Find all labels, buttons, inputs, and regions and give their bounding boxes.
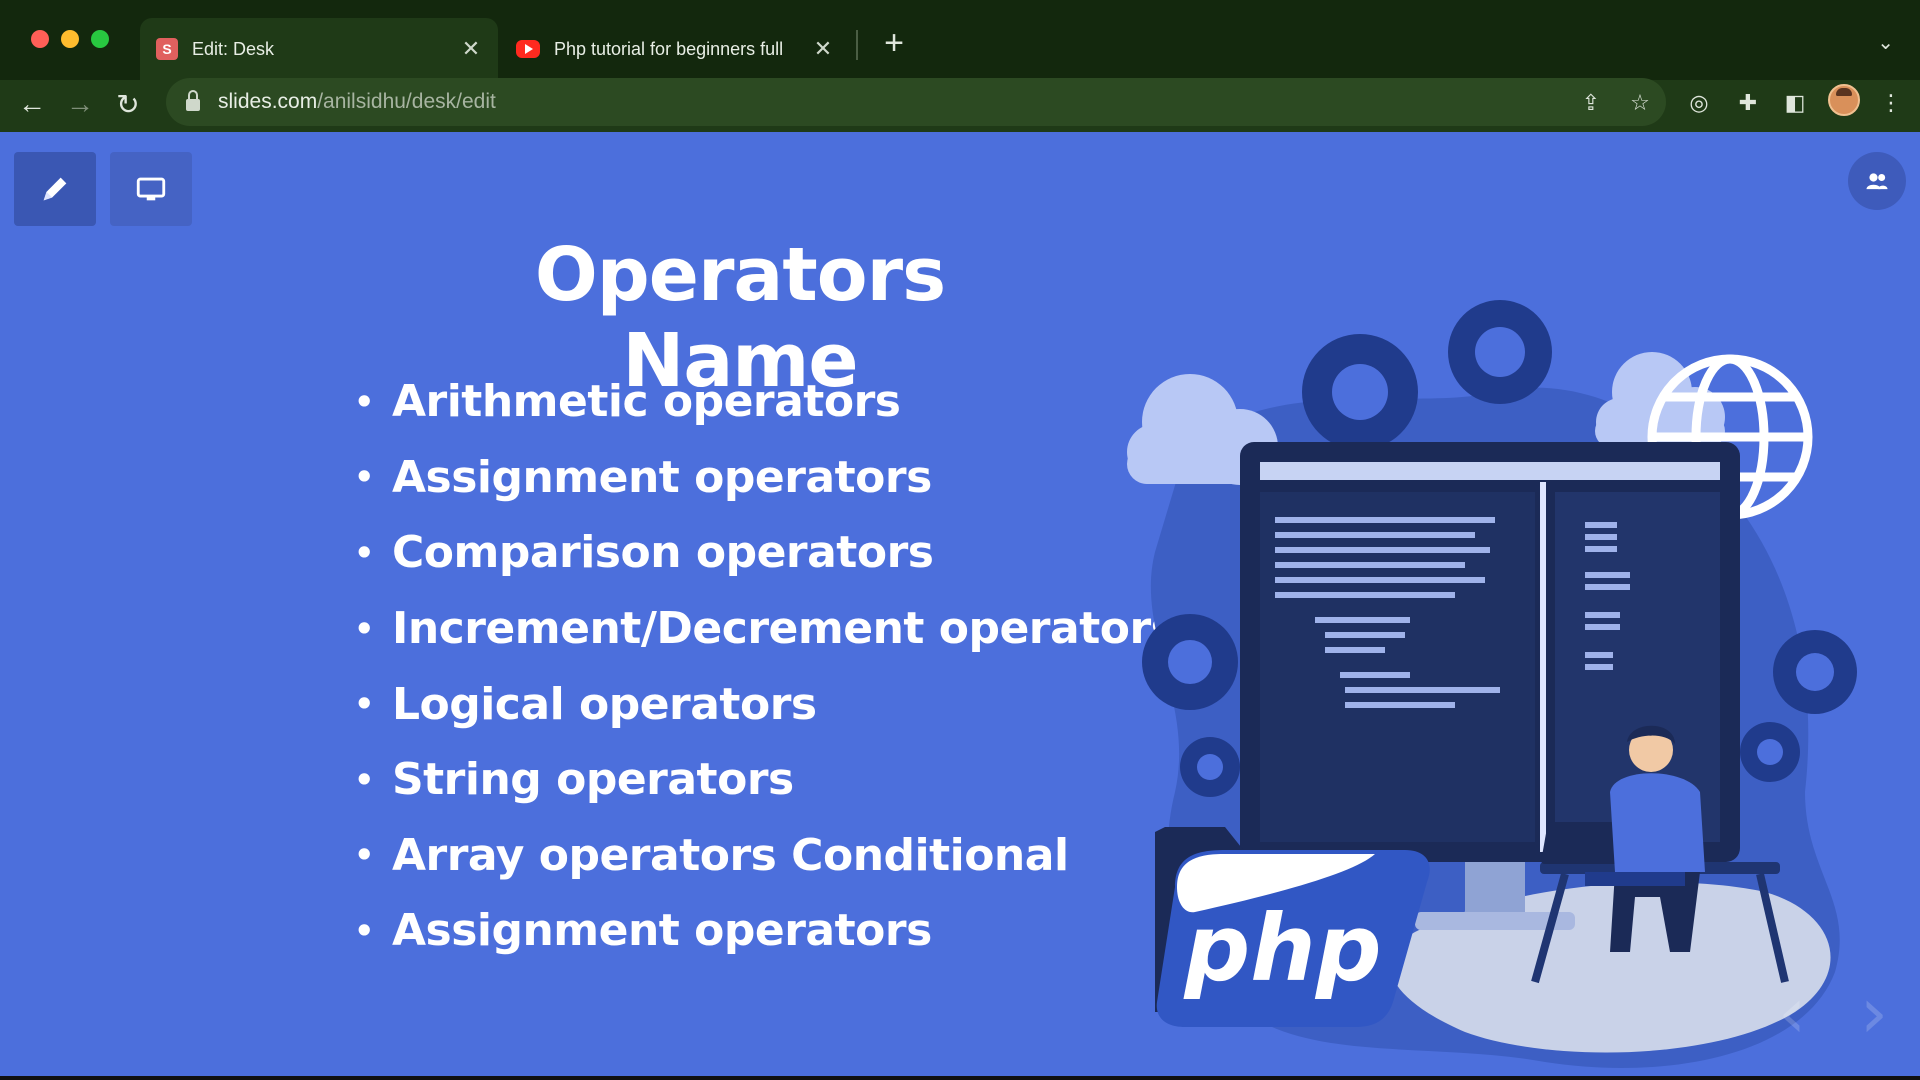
back-arrow-icon[interactable]: ←	[12, 84, 52, 124]
window-bottom-edge	[0, 1076, 1920, 1080]
list-item: Assignment operators	[354, 893, 1176, 969]
puzzle-icon[interactable]: ✚	[1733, 90, 1763, 116]
chair	[1585, 872, 1685, 886]
monitor-icon	[136, 177, 166, 201]
gear-icon	[1142, 614, 1238, 710]
php-logo-text: php	[1183, 895, 1381, 1002]
slide-canvas[interactable]: Operators Name Arithmetic operators Assi…	[0, 132, 1920, 1076]
people-icon	[1866, 173, 1888, 190]
slides-favicon-icon: S	[156, 38, 178, 60]
bullet-list[interactable]: Arithmetic operators Assignment operator…	[354, 364, 1177, 969]
star-icon[interactable]: ☆	[1625, 90, 1655, 116]
list-item: String operators	[354, 742, 1176, 818]
next-slide-chevron-icon[interactable]: ›	[1860, 972, 1888, 1054]
youtube-favicon-icon	[516, 40, 540, 58]
monitor-title-bar	[1260, 462, 1720, 480]
gear-icon	[1773, 630, 1857, 714]
gear-icon	[1448, 300, 1552, 404]
tab-search-chevron-down-icon[interactable]: ⌄	[1877, 30, 1894, 55]
list-item: Logical operators	[354, 666, 1176, 742]
tab-separator	[856, 30, 858, 60]
address-bar[interactable]: slides.com/anilsidhu/desk/edit	[166, 78, 1666, 126]
list-item: Assignment operators	[354, 440, 1176, 516]
forward-arrow-icon[interactable]: →	[60, 84, 100, 124]
list-item: Array operators Conditional	[354, 818, 1176, 894]
person-body	[1610, 773, 1705, 872]
profile-avatar[interactable]	[1828, 84, 1860, 116]
close-window-button[interactable]	[31, 30, 49, 48]
panel-divider	[1540, 482, 1546, 852]
php-developer-illustration[interactable]: php	[1115, 272, 1875, 1076]
kebab-menu-icon[interactable]: ⋮	[1876, 90, 1906, 116]
lock-icon[interactable]	[186, 90, 200, 111]
monitor-stand	[1465, 852, 1525, 922]
side-panel-icon[interactable]: ◧	[1780, 90, 1810, 116]
gear-icon	[1740, 722, 1800, 782]
tab-strip: S Edit: Desk ✕ Php tutorial for beginner…	[0, 0, 1920, 80]
edit-button[interactable]	[14, 152, 96, 226]
code-panel	[1260, 492, 1535, 842]
minimize-window-button[interactable]	[61, 30, 79, 48]
reload-icon[interactable]: ↻	[108, 84, 148, 124]
new-tab-icon[interactable]: +	[874, 24, 914, 63]
browser-chrome: S Edit: Desk ✕ Php tutorial for beginner…	[0, 0, 1920, 132]
tab-close-icon[interactable]: ✕	[812, 36, 834, 62]
share-icon[interactable]: ⇪	[1576, 90, 1606, 116]
collaborators-button[interactable]	[1848, 152, 1906, 210]
present-button[interactable]	[110, 152, 192, 226]
url-path: /anilsidhu/desk/edit	[317, 90, 496, 113]
maximize-window-button[interactable]	[91, 30, 109, 48]
list-item: Comparison operators	[354, 515, 1176, 591]
tab-close-icon[interactable]: ✕	[460, 36, 482, 62]
previous-slide-chevron-icon[interactable]: ‹	[1778, 972, 1806, 1054]
tab-title: Php tutorial for beginners full	[554, 38, 784, 59]
list-item: Arithmetic operators	[354, 364, 1176, 440]
tab-title: Edit: Desk	[192, 38, 275, 59]
url-host: slides.com	[218, 90, 318, 113]
tab-edit-desk[interactable]: S Edit: Desk ✕	[140, 18, 498, 80]
list-item: Increment/Decrement operators	[354, 591, 1177, 667]
pencil-icon	[43, 177, 67, 201]
url-text[interactable]: slides.com/anilsidhu/desk/edit	[218, 90, 496, 114]
gear-icon	[1180, 737, 1240, 797]
target-icon[interactable]: ◎	[1684, 90, 1714, 116]
tab-php-tutorial[interactable]: Php tutorial for beginners full ✕	[500, 18, 850, 80]
gear-icon	[1302, 334, 1418, 450]
